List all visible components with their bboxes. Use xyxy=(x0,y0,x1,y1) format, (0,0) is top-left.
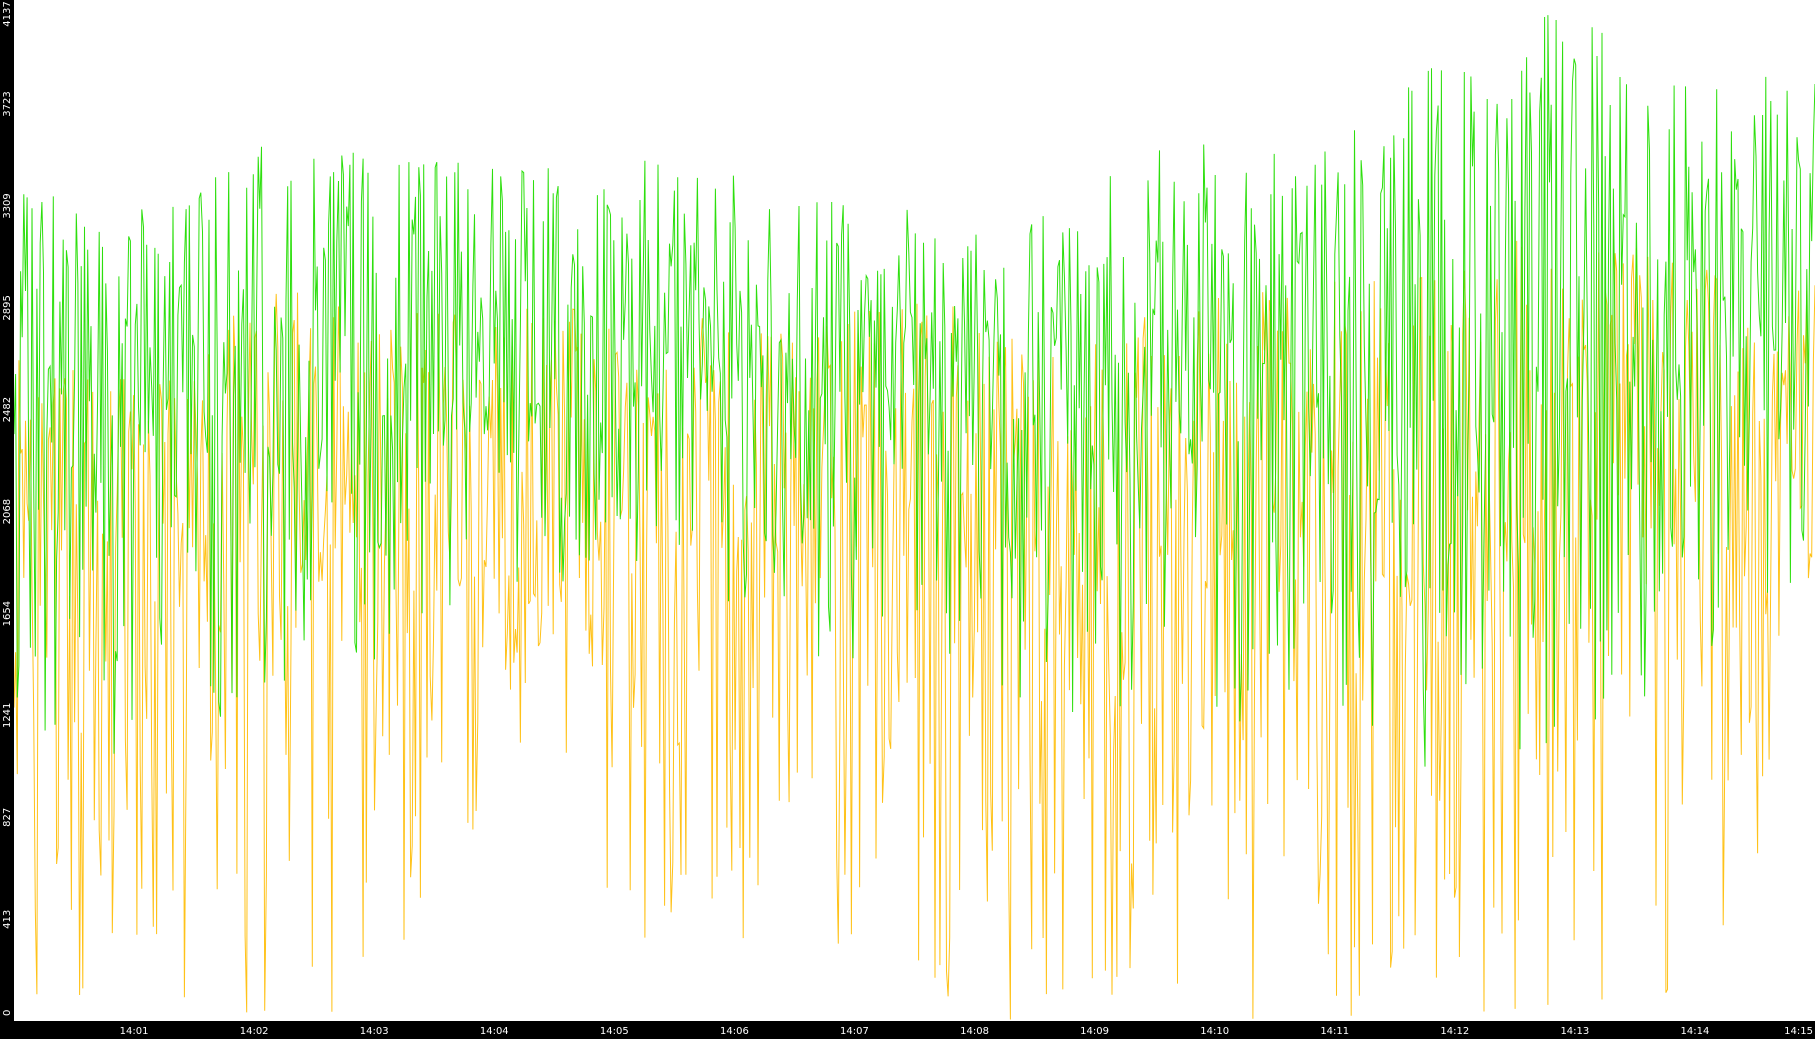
y-tick-label: 4137 xyxy=(2,1,13,26)
y-tick-label: 413 xyxy=(2,910,13,929)
y-tick-label: 3309 xyxy=(2,193,13,218)
y-tick-label: 0 xyxy=(2,1010,13,1016)
y-tick-label: 827 xyxy=(2,808,13,827)
y-tick-label: 3723 xyxy=(2,91,13,116)
plot-background xyxy=(0,0,1815,1039)
x-tick-label: 14:11 xyxy=(1320,1026,1349,1037)
x-tick-label: 14:14 xyxy=(1681,1026,1710,1037)
x-tick-label: 14:04 xyxy=(480,1026,509,1037)
x-tick-label: 14:13 xyxy=(1560,1026,1589,1037)
x-tick-label: 14:02 xyxy=(240,1026,269,1037)
y-tick-label: 2895 xyxy=(2,295,13,320)
x-tick-label: 14:07 xyxy=(840,1026,869,1037)
x-tick-label: 14:09 xyxy=(1080,1026,1109,1037)
x-tick-label: 14:03 xyxy=(360,1026,389,1037)
y-tick-label: 2068 xyxy=(2,499,13,524)
y-tick-label: 1654 xyxy=(2,601,13,626)
x-tick-label: 14:01 xyxy=(120,1026,149,1037)
x-tick-label: 14:12 xyxy=(1440,1026,1469,1037)
x-tick-label: 14:08 xyxy=(960,1026,989,1037)
x-tick-label: 14:15 xyxy=(1784,1026,1813,1037)
y-tick-label: 1241 xyxy=(2,703,13,728)
x-tick-label: 14:05 xyxy=(600,1026,629,1037)
time-series-chart: 041382712411654206824822895330937234137 … xyxy=(0,0,1815,1039)
y-tick-label: 2482 xyxy=(2,397,13,422)
x-tick-label: 14:06 xyxy=(720,1026,749,1037)
x-tick-label: 14:10 xyxy=(1200,1026,1229,1037)
x-axis-bar xyxy=(0,1021,1815,1039)
